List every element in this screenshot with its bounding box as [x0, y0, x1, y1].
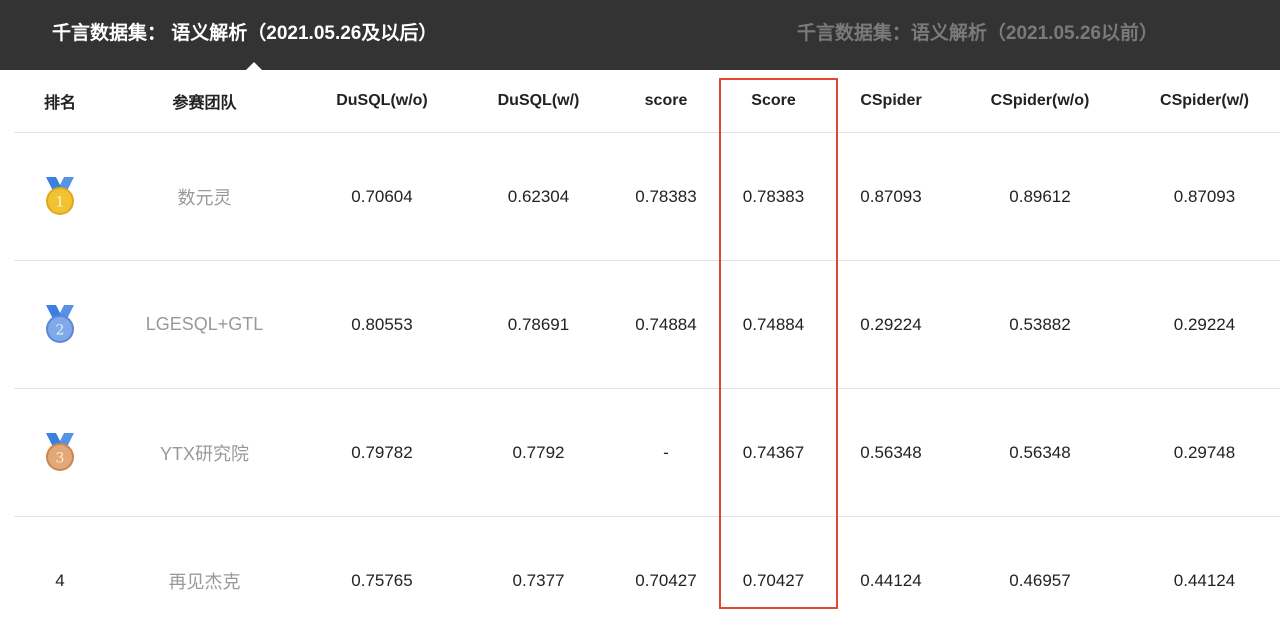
cell-cspider: 0.56348 [831, 389, 951, 517]
cell-team: 再见杰克 [106, 517, 303, 644]
cell-cspider-w: 0.29224 [1129, 261, 1280, 389]
cell-dusql-w: 0.7792 [461, 389, 616, 517]
cell-score: 0.78383 [716, 133, 831, 261]
table-row: 4再见杰克0.757650.73770.704270.704270.441240… [14, 517, 1280, 644]
tab-semantic-parsing-after-20210526[interactable]: 千言数据集： 语义解析（2021.05.26及以后） [52, 0, 437, 70]
cell-score: 0.74367 [716, 389, 831, 517]
cell-cspider: 0.44124 [831, 517, 951, 644]
tab-semantic-parsing-before-20210526[interactable]: 千言数据集：语义解析（2021.05.26以前） [797, 0, 1158, 70]
rank-number: 4 [55, 571, 64, 590]
cell-cspider-w: 0.87093 [1129, 133, 1280, 261]
col-header-cspider: CSpider [831, 70, 951, 133]
cell-cspider-wo: 0.53882 [951, 261, 1129, 389]
cell-dusql-w: 0.78691 [461, 261, 616, 389]
cell-score-lower: 0.78383 [616, 133, 716, 261]
col-header-rank: 排名 [14, 70, 106, 133]
cell-cspider-wo: 0.89612 [951, 133, 1129, 261]
medal-rank-number: 2 [56, 322, 65, 338]
col-header-dusql-wo: DuSQL(w/o) [303, 70, 461, 133]
col-header-team: 参赛团队 [106, 70, 303, 133]
cell-cspider-wo: 0.46957 [951, 517, 1129, 644]
leaderboard-table: 排名 参赛团队 DuSQL(w/o) DuSQL(w/) score Score… [14, 70, 1280, 644]
tab-bar: 千言数据集： 语义解析（2021.05.26及以后） 千言数据集：语义解析（20… [0, 0, 1280, 70]
cell-team: 数元灵 [106, 133, 303, 261]
cell-dusql-wo: 0.70604 [303, 133, 461, 261]
table-row: 1数元灵0.706040.623040.783830.783830.870930… [14, 133, 1280, 261]
cell-score: 0.74884 [716, 261, 831, 389]
cell-cspider: 0.29224 [831, 261, 951, 389]
medal-rank-number: 3 [56, 450, 65, 466]
gold-medal-icon: 1 [42, 177, 78, 217]
table-row: 2LGESQL+GTL0.805530.786910.748840.748840… [14, 261, 1280, 389]
col-header-cspider-wo: CSpider(w/o) [951, 70, 1129, 133]
cell-dusql-wo: 0.80553 [303, 261, 461, 389]
cell-score-lower: 0.70427 [616, 517, 716, 644]
silver-medal-icon: 2 [42, 305, 78, 345]
cell-dusql-wo: 0.75765 [303, 517, 461, 644]
bronze-medal-icon: 3 [42, 433, 78, 473]
cell-rank: 1 [14, 133, 106, 261]
col-header-score: Score [716, 70, 831, 133]
table-header-row: 排名 参赛团队 DuSQL(w/o) DuSQL(w/) score Score… [14, 70, 1280, 133]
cell-team: YTX研究院 [106, 389, 303, 517]
cell-score: 0.70427 [716, 517, 831, 644]
cell-cspider-w: 0.44124 [1129, 517, 1280, 644]
cell-score-lower: - [616, 389, 716, 517]
cell-rank: 3 [14, 389, 106, 517]
table-row: 3YTX研究院0.797820.7792-0.743670.563480.563… [14, 389, 1280, 517]
cell-rank: 2 [14, 261, 106, 389]
cell-dusql-w: 0.7377 [461, 517, 616, 644]
cell-dusql-w: 0.62304 [461, 133, 616, 261]
cell-dusql-wo: 0.79782 [303, 389, 461, 517]
cell-team: LGESQL+GTL [106, 261, 303, 389]
cell-cspider-w: 0.29748 [1129, 389, 1280, 517]
cell-score-lower: 0.74884 [616, 261, 716, 389]
cell-rank: 4 [14, 517, 106, 644]
medal-rank-number: 1 [56, 194, 65, 210]
col-header-dusql-w: DuSQL(w/) [461, 70, 616, 133]
col-header-cspider-w: CSpider(w/) [1129, 70, 1280, 133]
cell-cspider: 0.87093 [831, 133, 951, 261]
cell-cspider-wo: 0.56348 [951, 389, 1129, 517]
col-header-score-lower: score [616, 70, 716, 133]
